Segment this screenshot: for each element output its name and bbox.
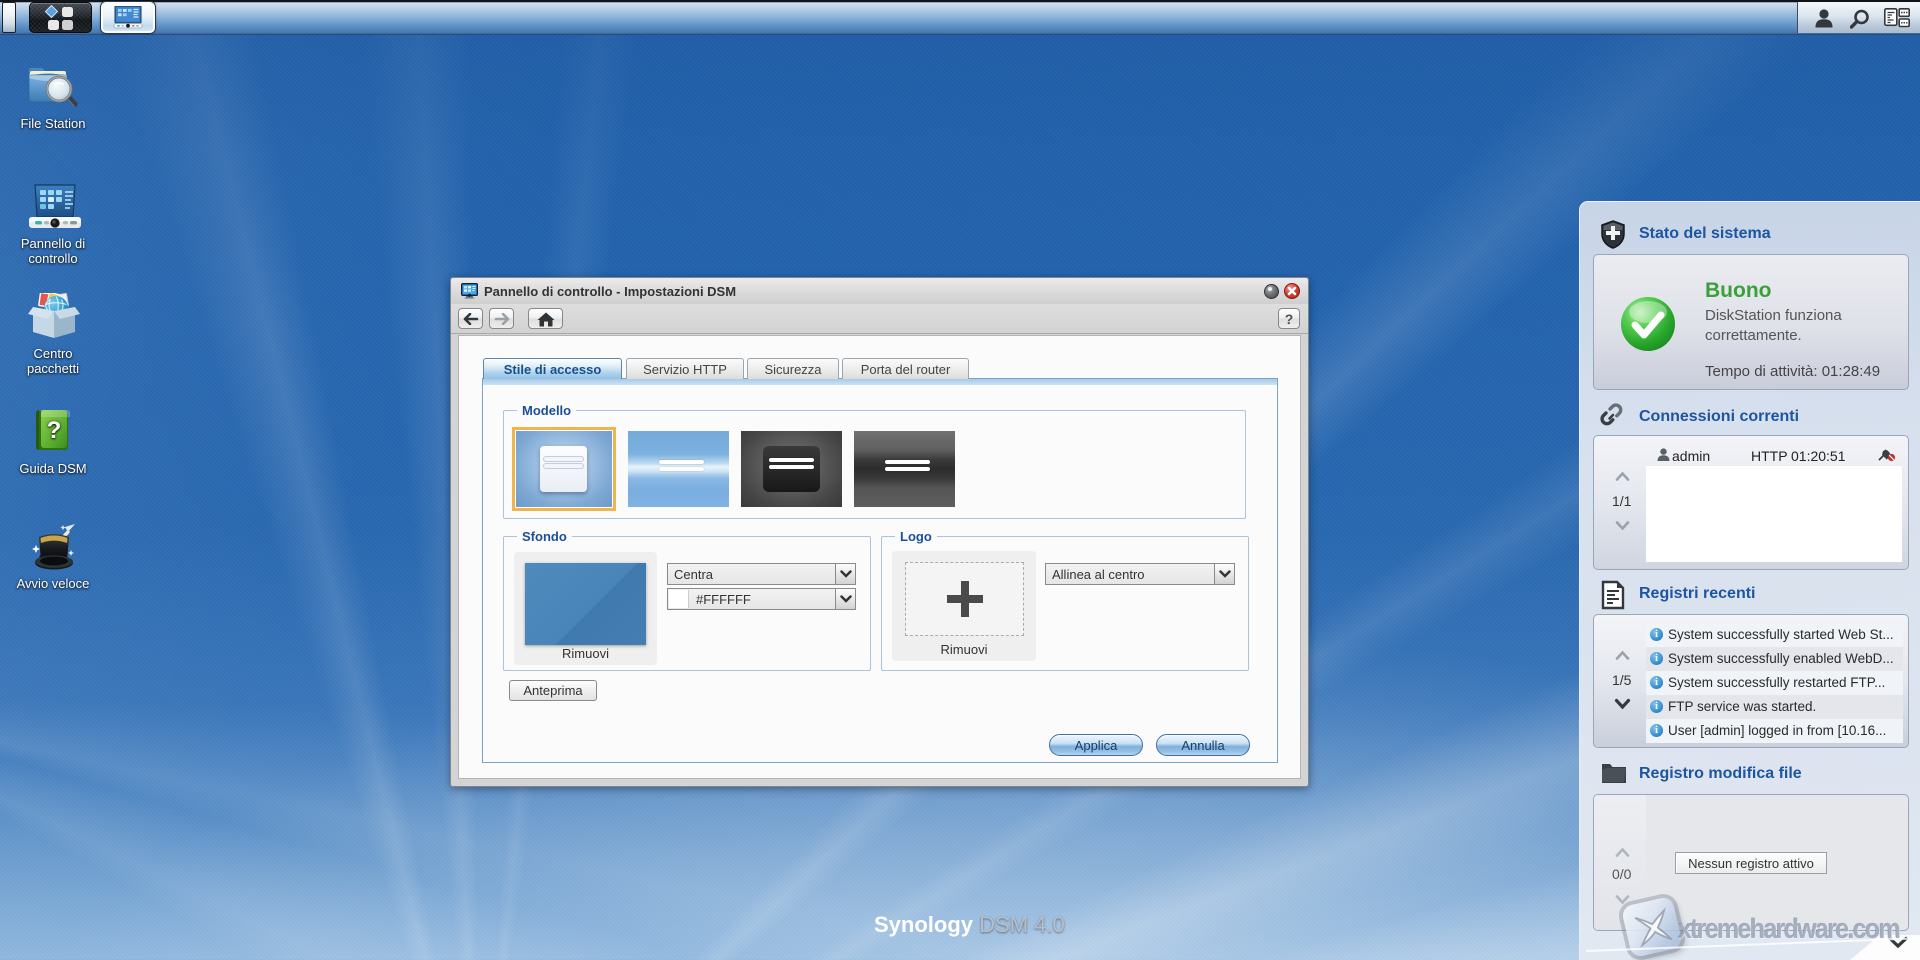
svg-text:?: ?: [47, 417, 62, 444]
